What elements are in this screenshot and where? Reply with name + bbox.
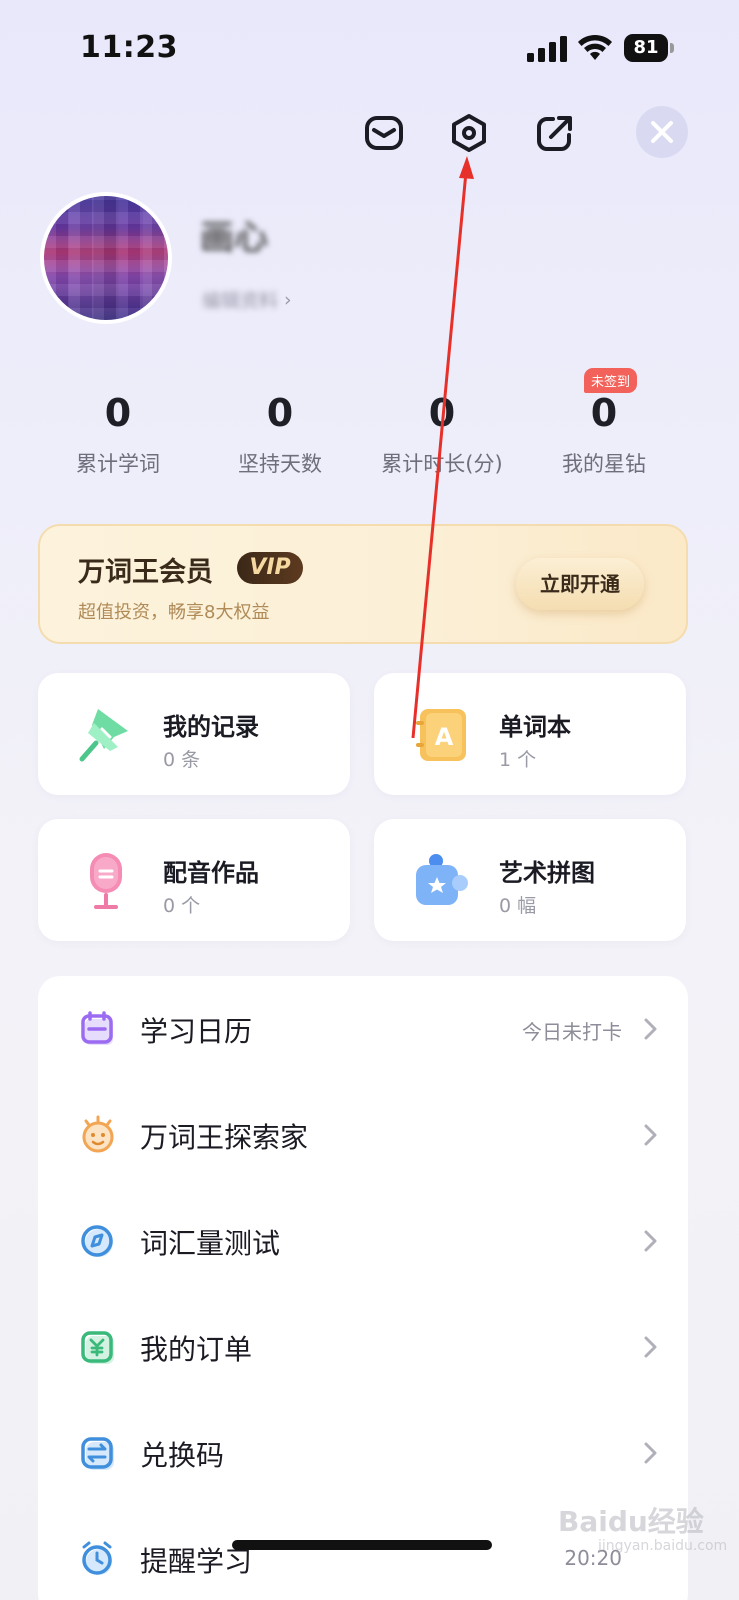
status-time: 11:23 xyxy=(80,30,178,65)
menu-item-vocab-test[interactable]: 词汇量测试 xyxy=(38,1188,688,1294)
tile-art-puzzle[interactable]: 艺术拼图 0 幅 xyxy=(374,819,686,941)
chevron-right-icon xyxy=(644,1124,657,1146)
menu-label: 学习日历 xyxy=(140,1015,253,1048)
tile-title: 我的记录 xyxy=(163,713,259,741)
vip-open-button[interactable]: 立即开通 xyxy=(516,558,644,610)
menu-label: 词汇量测试 xyxy=(140,1227,281,1260)
chevron-right-icon xyxy=(644,1230,657,1252)
stat-words[interactable]: 0 累计学词 xyxy=(38,380,198,478)
close-icon xyxy=(651,121,673,143)
stat-label: 累计时长(分) xyxy=(381,452,503,476)
calendar-icon xyxy=(81,1011,113,1045)
notebook-icon: A xyxy=(416,709,466,761)
chevron-right-icon xyxy=(644,1442,657,1464)
tile-count: 0 个 xyxy=(163,895,201,917)
avatar[interactable] xyxy=(40,192,172,324)
mail-button[interactable] xyxy=(361,110,407,156)
stat-label: 坚持天数 xyxy=(238,452,322,476)
settings-button[interactable] xyxy=(446,110,492,156)
chevron-right-icon xyxy=(644,1336,657,1358)
stat-days[interactable]: 0 坚持天数 xyxy=(200,380,360,478)
microphone-icon xyxy=(90,853,122,909)
unsigned-badge: 未签到 xyxy=(584,368,638,393)
checkin-status: 今日未打卡 xyxy=(522,1020,622,1044)
tile-title: 单词本 xyxy=(499,713,571,741)
menu-label: 兑换码 xyxy=(140,1439,225,1472)
svg-text:A: A xyxy=(435,723,454,751)
vip-badge: VIP xyxy=(237,552,303,584)
menu-item-explorer[interactable]: 万词王探索家 xyxy=(38,1082,688,1188)
chevron-right-icon xyxy=(644,1018,657,1040)
tile-count: 0 幅 xyxy=(499,895,537,917)
tile-dubbing[interactable]: 配音作品 0 个 xyxy=(38,819,350,941)
order-icon xyxy=(81,1331,114,1364)
stats-row: 0 累计学词 0 坚持天数 0 累计时长(分) 0 我的星钻 未签到 xyxy=(38,368,688,490)
pin-icon xyxy=(79,709,128,762)
vip-title: 万词王会员 xyxy=(78,557,213,588)
stat-duration[interactable]: 0 累计时长(分) xyxy=(362,380,522,478)
baidu-watermark-url: jingyan.baidu.com xyxy=(598,1538,728,1554)
tile-count: 1 个 xyxy=(499,749,537,771)
stat-value: 0 xyxy=(266,391,294,435)
settings-icon xyxy=(452,114,486,152)
mail-icon xyxy=(365,116,403,150)
battery-level: 81 xyxy=(624,34,668,62)
menu-label: 万词王探索家 xyxy=(140,1121,309,1154)
share-button[interactable] xyxy=(532,110,578,156)
stat-label: 我的星钻 xyxy=(562,452,646,476)
baidu-watermark: Baidu经验 xyxy=(558,1505,704,1538)
explorer-icon xyxy=(82,1115,114,1153)
vip-card[interactable]: 万词王会员 VIP 超值投资，畅享8大权益 立即开通 xyxy=(38,524,688,644)
close-button[interactable] xyxy=(636,106,688,158)
menu-item-orders[interactable]: 我的订单 xyxy=(38,1294,688,1400)
tile-wordbook[interactable]: A 单词本 1 个 xyxy=(374,673,686,795)
stat-value: 0 xyxy=(104,391,132,435)
battery-icon: 81 xyxy=(624,34,674,62)
vip-subtitle: 超值投资，畅享8大权益 xyxy=(78,602,270,623)
share-icon xyxy=(537,116,572,151)
tile-title: 艺术拼图 xyxy=(499,859,595,887)
tile-my-records[interactable]: 我的记录 0 条 xyxy=(38,673,350,795)
exchange-icon xyxy=(81,1437,114,1470)
edit-profile-label: 编辑资料 xyxy=(202,290,279,312)
status-bar: 11:23 81 xyxy=(0,0,739,96)
alarm-icon xyxy=(82,1541,112,1575)
tile-count: 0 条 xyxy=(163,749,201,771)
edit-profile-link[interactable]: 编辑资料 › xyxy=(202,286,292,313)
stat-diamonds[interactable]: 0 我的星钻 xyxy=(524,380,684,478)
stat-value: 0 xyxy=(428,391,456,435)
puzzle-icon xyxy=(416,854,468,905)
menu-item-study-calendar[interactable]: 学习日历 今日未打卡 xyxy=(38,976,688,1082)
menu-item-redeem-code[interactable]: 兑换码 xyxy=(38,1400,688,1506)
username: 画心 xyxy=(200,218,268,258)
chevron-right-icon: › xyxy=(284,288,292,311)
compass-icon xyxy=(81,1225,113,1257)
home-indicator[interactable] xyxy=(232,1540,492,1550)
signal-icon xyxy=(527,36,567,62)
wifi-icon xyxy=(578,34,612,60)
stat-label: 累计学词 xyxy=(76,452,160,476)
menu-label: 我的订单 xyxy=(140,1333,253,1366)
tile-title: 配音作品 xyxy=(163,859,259,887)
